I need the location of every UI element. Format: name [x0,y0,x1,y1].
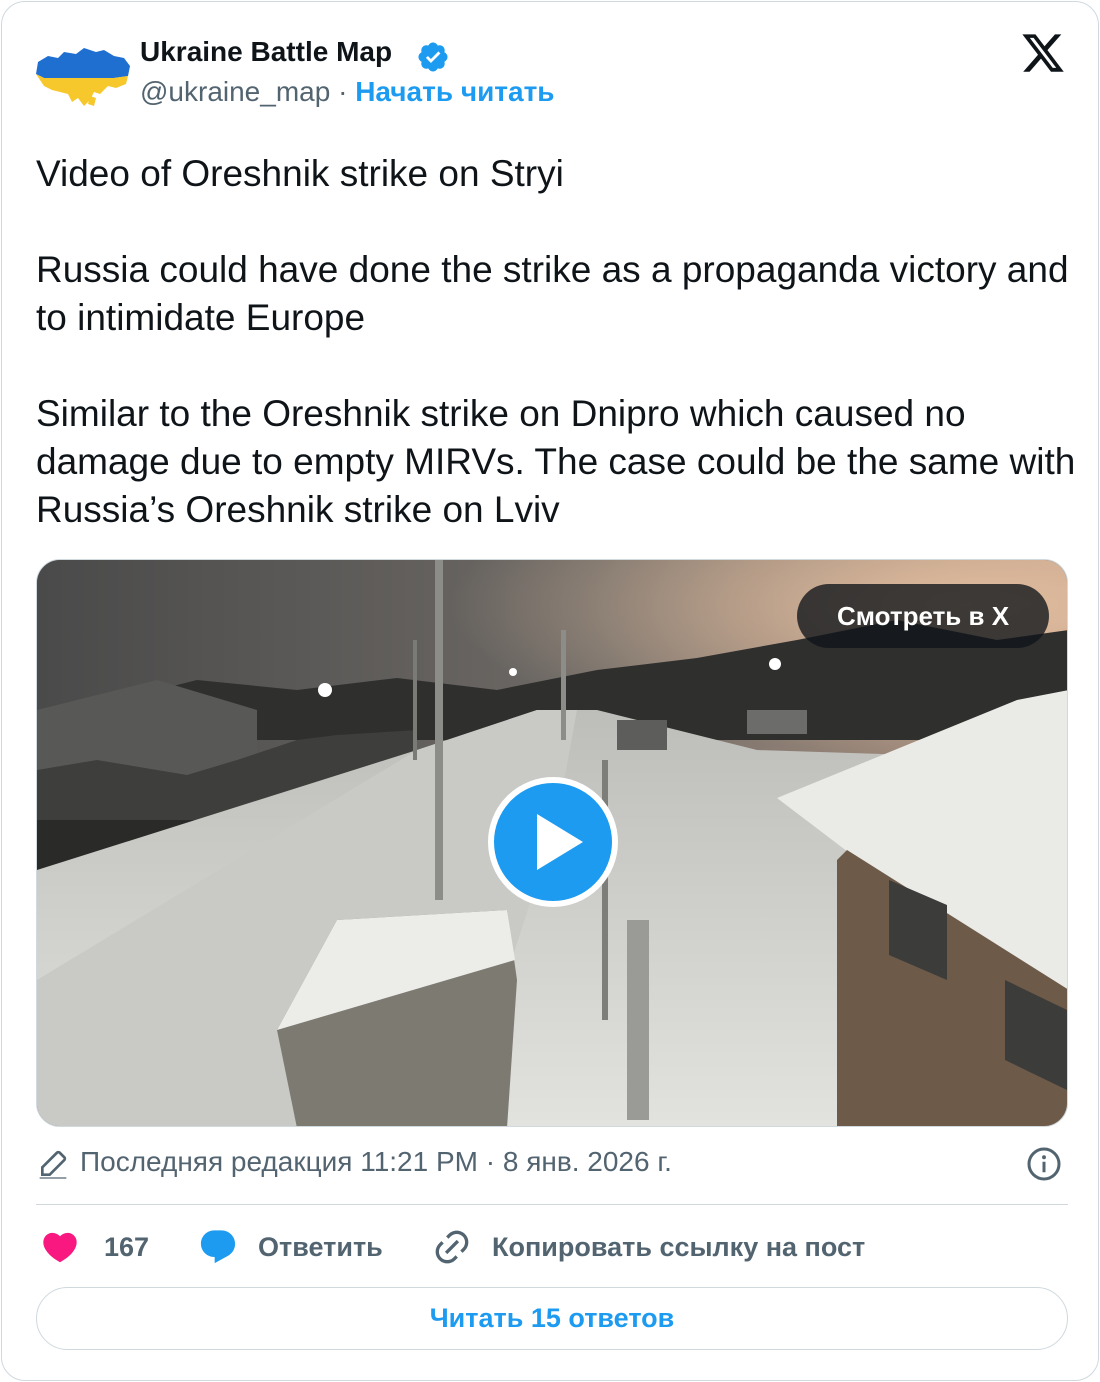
edit-info-row: Последняя редакция 11:21 PM · 8 янв. 202… [36,1144,1068,1184]
follow-link[interactable]: Начать читать [355,76,554,107]
info-icon[interactable] [1026,1146,1062,1182]
watch-on-x-button[interactable]: Смотреть в X [797,584,1049,648]
embedded-tweet-card: Ukraine Battle Map @ukraine_map · Начать… [1,1,1099,1381]
tweet-paragraph-3: Similar to the Oreshnik strike on Dnipro… [36,393,1076,530]
x-logo-icon[interactable] [1020,30,1066,76]
copy-link-button[interactable]: Копировать ссылку на пост [432,1224,865,1270]
ukraine-flag-icon [572,156,620,190]
edit-timestamp[interactable]: Последняя редакция 11:21 PM · 8 янв. 202… [80,1146,672,1178]
pencil-icon [39,1150,67,1179]
link-icon [435,1230,469,1264]
tweet-text: Video of Oreshnik strike on Stryi Russia… [36,150,1076,534]
reply-button[interactable]: Ответить [198,1224,383,1270]
like-count: 167 [104,1231,150,1262]
read-replies-button[interactable]: Читать 15 ответов [36,1287,1068,1350]
copy-link-label: Копировать ссылку на пост [492,1231,866,1262]
tweet-line-1: Video of Oreshnik strike on Stryi [36,150,1076,198]
like-button[interactable]: 167 [40,1224,149,1270]
reply-bubble-icon [200,1230,236,1264]
tweet-paragraph-2: Russia could have done the strike as a p… [36,249,1069,338]
video-thumbnail[interactable]: Смотреть в X [36,559,1068,1127]
reply-label: Ответить [258,1231,383,1262]
action-bar: 167 Ответить Копировать ссылку на пост [36,1224,1068,1274]
heart-icon [43,1232,77,1263]
author-name[interactable]: Ukraine Battle Map [140,36,392,68]
handle-row: @ukraine_map · Начать читать [140,76,555,108]
verified-badge-icon [418,42,448,72]
separator-dot: · [338,76,348,107]
play-icon[interactable] [487,776,619,908]
ukraine-map-avatar[interactable] [34,40,132,112]
divider [36,1204,1068,1205]
author-handle[interactable]: @ukraine_map [140,76,330,107]
